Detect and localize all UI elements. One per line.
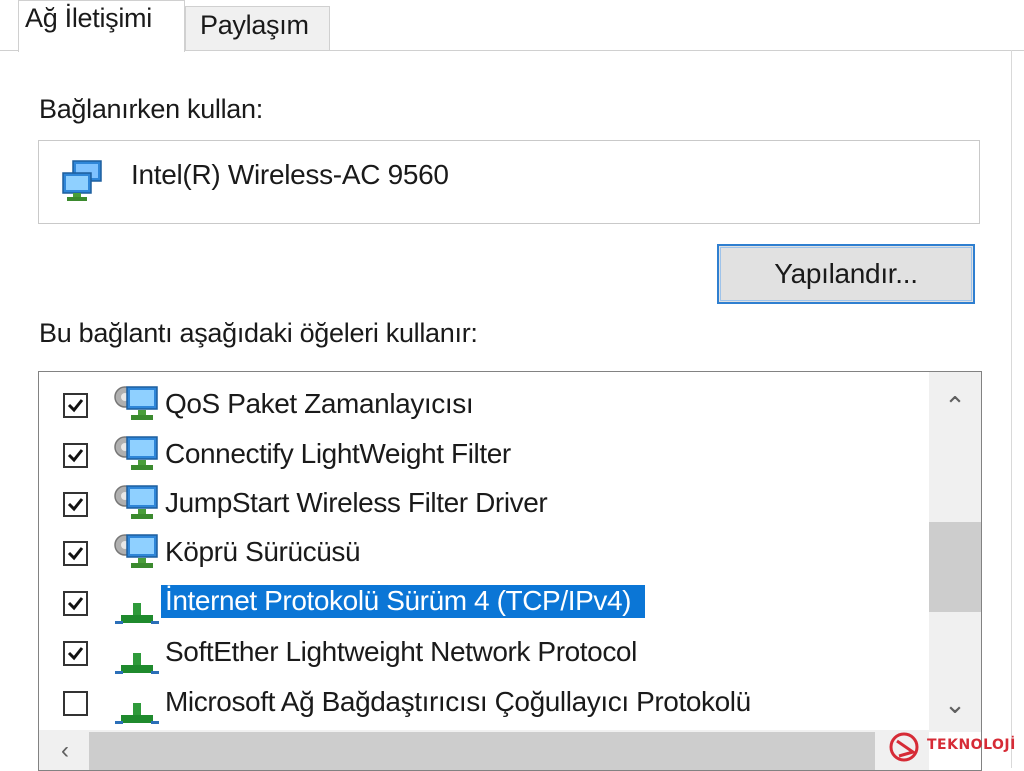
vertical-scrollbar[interactable]: ⌃ ⌄ (929, 372, 981, 732)
checkbox-checked[interactable] (63, 443, 88, 468)
list-item[interactable]: SoftEther Lightweight Network Protocol (39, 627, 929, 677)
list-item-label: Microsoft Ağ Bağdaştırıcısı Çoğullayıcı … (165, 686, 751, 717)
checkbox-checked[interactable] (63, 492, 88, 517)
tab-networking[interactable]: Ağ İletişimi (18, 0, 185, 52)
list-item[interactable]: Connectify LightWeight Filter (39, 429, 929, 479)
items-label: Bu bağlantı aşağıdaki öğeleri kullanır: (39, 318, 478, 348)
connect-using-label: Bağlanırken kullan: (39, 94, 263, 124)
list-item-label: JumpStart Wireless Filter Driver (165, 487, 548, 518)
tab-sharing[interactable]: Paylaşım (185, 6, 330, 50)
protocol-icon (113, 581, 161, 625)
list-item[interactable]: JumpStart Wireless Filter Driver (39, 478, 929, 528)
scroll-left-icon[interactable]: ‹ (45, 731, 85, 770)
checkbox-checked[interactable] (63, 393, 88, 418)
items-list[interactable]: QoS Paket Zamanlayıcısı Connectify LightW… (38, 371, 982, 771)
list-item[interactable]: İnternet Protokolü Sürüm 4 (TCP/IPv4) (39, 577, 929, 627)
list-item[interactable]: Microsoft Ağ Bağdaştırıcısı Çoğullayıcı … (39, 677, 929, 727)
checkbox-unchecked[interactable] (63, 691, 88, 716)
check-icon (67, 597, 84, 611)
vertical-scroll-thumb[interactable] (929, 522, 981, 612)
list-item-label: Connectify LightWeight Filter (165, 438, 511, 469)
horizontal-scroll-thumb[interactable] (89, 732, 875, 770)
check-icon (67, 647, 84, 661)
network-adapter-icon (61, 159, 105, 203)
checkbox-checked[interactable] (63, 591, 88, 616)
configure-button[interactable]: Yapılandır... (717, 244, 975, 304)
tab-panel-right-border (1011, 50, 1012, 768)
service-icon (113, 433, 161, 477)
list-item-label: SoftEther Lightweight Network Protocol (165, 636, 637, 667)
check-icon (67, 547, 84, 561)
service-icon (113, 383, 161, 427)
watermark-logo: TEKNOLOJİ (887, 728, 1021, 766)
checkbox-checked[interactable] (63, 641, 88, 666)
checkbox-checked[interactable] (63, 541, 88, 566)
tab-strip: Ağ İletişimi Paylaşım (0, 0, 1024, 52)
check-icon (67, 449, 84, 463)
service-icon (113, 531, 161, 575)
watermark-icon (889, 732, 919, 762)
scroll-down-icon[interactable]: ⌄ (935, 684, 975, 724)
protocol-icon (113, 681, 161, 725)
list-item[interactable]: Köprü Sürücüsü (39, 527, 929, 577)
adapter-name: Intel(R) Wireless-AC 9560 (131, 159, 449, 190)
horizontal-scrollbar[interactable]: ‹ (39, 730, 929, 770)
check-icon (67, 399, 84, 413)
list-item-label: Köprü Sürücüsü (165, 536, 361, 567)
check-icon (67, 498, 84, 512)
adapter-box: Intel(R) Wireless-AC 9560 (38, 140, 980, 224)
protocol-icon (113, 631, 161, 675)
scroll-up-icon[interactable]: ⌃ (935, 386, 975, 426)
service-icon (113, 482, 161, 526)
list-item-label: QoS Paket Zamanlayıcısı (165, 388, 474, 419)
list-item[interactable]: QoS Paket Zamanlayıcısı (39, 379, 929, 429)
watermark-text: TEKNOLOJİ (927, 737, 1016, 753)
list-item-label: İnternet Protokolü Sürüm 4 (TCP/IPv4) (161, 585, 646, 618)
